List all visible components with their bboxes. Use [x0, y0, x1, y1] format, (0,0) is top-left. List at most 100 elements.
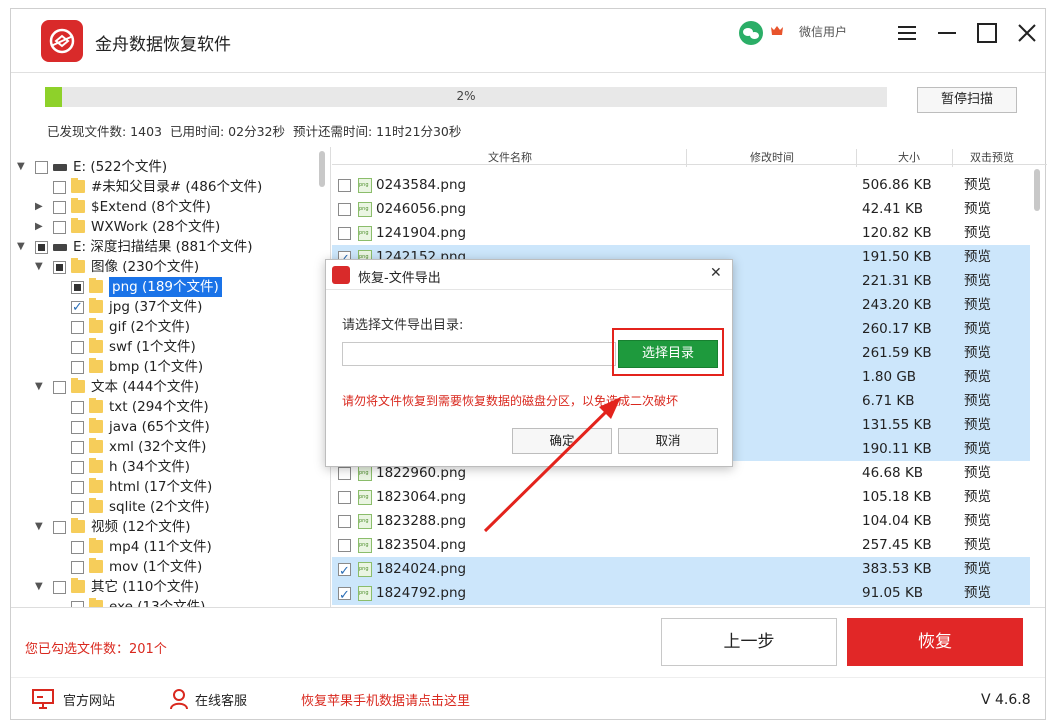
file-row[interactable]: 0246056.png 42.41 KB 预览 — [332, 197, 1030, 221]
expand-arrow-icon[interactable]: ▼ — [35, 257, 45, 277]
tree-item-checkbox[interactable] — [71, 481, 84, 494]
list-scrollbar[interactable] — [1034, 169, 1040, 211]
expand-arrow-icon[interactable]: ▼ — [17, 157, 27, 177]
tree-item[interactable]: png (189个文件) — [11, 277, 311, 297]
preview-link[interactable]: 预览 — [964, 557, 991, 581]
column-header-preview[interactable]: 双击预览 — [970, 149, 1014, 165]
tree-item[interactable]: gif (2个文件) — [11, 317, 311, 337]
collapse-arrow-icon[interactable]: ▶ — [35, 197, 45, 217]
menu-icon[interactable] — [895, 21, 919, 45]
tree-item[interactable]: ▼ 其它 (110个文件) — [11, 577, 311, 597]
tree-item-checkbox[interactable] — [71, 298, 84, 318]
preview-link[interactable]: 预览 — [964, 293, 991, 317]
tree-item-checkbox[interactable] — [53, 201, 66, 214]
tree-item[interactable]: mp4 (11个文件) — [11, 537, 311, 557]
tree-item[interactable]: h (34个文件) — [11, 457, 311, 477]
expand-arrow-icon[interactable]: ▼ — [35, 377, 45, 397]
tree-item-checkbox[interactable] — [35, 161, 48, 174]
tree-item-checkbox[interactable] — [53, 381, 66, 394]
preview-link[interactable]: 预览 — [964, 341, 991, 365]
preview-link[interactable]: 预览 — [964, 533, 991, 557]
user-name[interactable]: 微信用户 — [799, 23, 847, 40]
column-header-modified[interactable]: 修改时间 — [750, 149, 794, 165]
column-header-name[interactable]: 文件名称 — [488, 149, 532, 165]
tree-item-checkbox[interactable] — [71, 361, 84, 374]
preview-link[interactable]: 预览 — [964, 509, 991, 533]
collapse-arrow-icon[interactable]: ▶ — [35, 217, 45, 237]
tree-item-checkbox[interactable] — [53, 261, 66, 274]
file-row[interactable]: 0243584.png 506.86 KB 预览 — [332, 173, 1030, 197]
online-support-link[interactable]: 在线客服 — [195, 690, 247, 709]
maximize-icon[interactable] — [975, 21, 999, 45]
file-row-checkbox[interactable] — [338, 467, 351, 480]
tree-item-checkbox[interactable] — [53, 581, 66, 594]
tree-item[interactable]: ▼ 文本 (444个文件) — [11, 377, 311, 397]
expand-arrow-icon[interactable]: ▼ — [35, 517, 45, 537]
preview-link[interactable]: 预览 — [964, 173, 991, 197]
tree-item-checkbox[interactable] — [71, 561, 84, 574]
dialog-close-icon[interactable]: ✕ — [710, 265, 722, 281]
column-header-size[interactable]: 大小 — [898, 149, 920, 165]
preview-link[interactable]: 预览 — [964, 221, 991, 245]
file-row[interactable]: 1823504.png 257.45 KB 预览 — [332, 533, 1030, 557]
tree-item-checkbox[interactable] — [35, 241, 48, 254]
tree-item[interactable]: txt (294个文件) — [11, 397, 311, 417]
expand-arrow-icon[interactable]: ▼ — [17, 237, 27, 257]
tree-item[interactable]: xml (32个文件) — [11, 437, 311, 457]
tree-item[interactable]: ▶ $Extend (8个文件) — [11, 197, 311, 217]
tree-item[interactable]: java (65个文件) — [11, 417, 311, 437]
preview-link[interactable]: 预览 — [964, 413, 991, 437]
tree-item[interactable]: bmp (1个文件) — [11, 357, 311, 377]
tree-item[interactable]: ▶ WXWork (28个文件) — [11, 217, 311, 237]
tree-item-checkbox[interactable] — [71, 321, 84, 334]
tree-item-checkbox[interactable] — [53, 521, 66, 534]
file-row[interactable]: 1824792.png 91.05 KB 预览 — [332, 581, 1030, 607]
tree-item[interactable]: exe (13个文件) — [11, 597, 311, 607]
preview-link[interactable]: 预览 — [964, 269, 991, 293]
tree-item-checkbox[interactable] — [53, 181, 66, 194]
tree-item-checkbox[interactable] — [71, 461, 84, 474]
tree-item-checkbox[interactable] — [71, 281, 84, 294]
file-row[interactable]: 1241904.png 120.82 KB 预览 — [332, 221, 1030, 245]
previous-step-button[interactable]: 上一步 — [661, 618, 837, 666]
minimize-icon[interactable] — [935, 21, 959, 45]
preview-link[interactable]: 预览 — [964, 461, 991, 485]
file-row-checkbox[interactable] — [338, 227, 351, 240]
tree-item-checkbox[interactable] — [71, 441, 84, 454]
tree-item[interactable]: #未知父目录# (486个文件) — [11, 177, 311, 197]
tree-item[interactable]: mov (1个文件) — [11, 557, 311, 577]
pause-scan-button[interactable]: 暂停扫描 — [917, 87, 1017, 113]
tree-item-checkbox[interactable] — [71, 541, 84, 554]
tree-item-checkbox[interactable] — [53, 221, 66, 234]
tree-item[interactable]: ▼ E: 深度扫描结果 (881个文件) — [11, 237, 311, 257]
expand-arrow-icon[interactable]: ▼ — [35, 577, 45, 597]
preview-link[interactable]: 预览 — [964, 437, 991, 461]
preview-link[interactable]: 预览 — [964, 389, 991, 413]
official-website-link[interactable]: 官方网站 — [63, 690, 115, 709]
preview-link[interactable]: 预览 — [964, 245, 991, 269]
file-row-checkbox[interactable] — [338, 179, 351, 192]
iphone-recovery-link[interactable]: 恢复苹果手机数据请点击这里 — [301, 690, 470, 709]
preview-link[interactable]: 预览 — [964, 581, 991, 605]
tree-item-checkbox[interactable] — [71, 501, 84, 514]
tree-scrollbar[interactable] — [319, 151, 325, 187]
tree-item[interactable]: swf (1个文件) — [11, 337, 311, 357]
tree-item-checkbox[interactable] — [71, 341, 84, 354]
preview-link[interactable]: 预览 — [964, 485, 991, 509]
recover-button[interactable]: 恢复 — [847, 618, 1023, 666]
tree-item[interactable]: ▼ 视频 (12个文件) — [11, 517, 311, 537]
file-row-checkbox[interactable] — [338, 203, 351, 216]
file-row[interactable]: 1823288.png 104.04 KB 预览 — [332, 509, 1030, 533]
tree-item-checkbox[interactable] — [71, 421, 84, 434]
export-path-field[interactable] — [342, 342, 616, 366]
preview-link[interactable]: 预览 — [964, 365, 991, 389]
preview-link[interactable]: 预览 — [964, 317, 991, 341]
file-row[interactable]: 1824024.png 383.53 KB 预览 — [332, 557, 1030, 584]
tree-item[interactable]: jpg (37个文件) — [11, 297, 311, 318]
file-row-checkbox[interactable] — [338, 515, 351, 528]
tree-item[interactable]: html (17个文件) — [11, 477, 311, 497]
file-row[interactable]: 1823064.png 105.18 KB 预览 — [332, 485, 1030, 509]
close-icon[interactable] — [1015, 21, 1039, 45]
file-row-checkbox[interactable] — [338, 539, 351, 552]
tree-item[interactable]: ▼ E: (522个文件) — [11, 157, 311, 177]
